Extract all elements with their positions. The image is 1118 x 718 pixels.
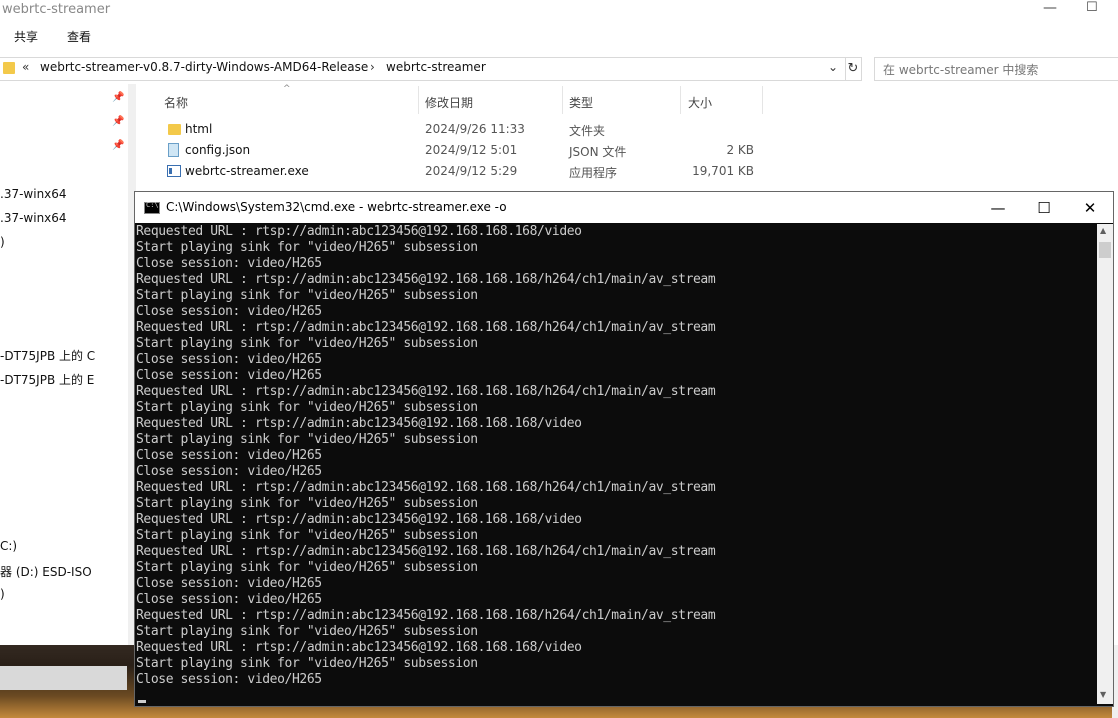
terminal-line: Close session: video/H265 xyxy=(136,352,322,367)
minimize-icon[interactable]: — xyxy=(1043,0,1057,16)
scrollbar-thumb[interactable] xyxy=(1099,242,1111,258)
minimize-icon[interactable]: — xyxy=(975,195,1021,221)
terminal-line: Close session: video/H265 xyxy=(136,256,322,271)
chevron-right-icon[interactable]: › xyxy=(370,60,375,74)
file-size: 2 KB xyxy=(726,143,754,157)
close-icon[interactable]: ✕ xyxy=(1067,195,1113,221)
terminal-line: Start playing sink for "video/H265" subs… xyxy=(136,560,478,575)
tab-view[interactable]: 查看 xyxy=(67,28,91,45)
terminal-line: Requested URL : rtsp://admin:abc123456@1… xyxy=(136,416,582,431)
terminal-output[interactable]: Requested URL : rtsp://admin:abc123456@1… xyxy=(136,224,1096,704)
scroll-down-icon[interactable]: ▼ xyxy=(1100,690,1106,699)
file-type: JSON 文件 xyxy=(569,145,627,159)
terminal-line: Close session: video/H265 xyxy=(136,576,322,591)
terminal-line: Requested URL : rtsp://admin:abc123456@1… xyxy=(136,384,716,399)
terminal-line: Start playing sink for "video/H265" subs… xyxy=(136,432,478,447)
search-input[interactable]: 在 webrtc-streamer 中搜索 xyxy=(874,57,1118,81)
file-row-html[interactable]: html 2024/9/26 11:33 文件夹 xyxy=(160,120,780,140)
pin-icon[interactable]: 📌 xyxy=(112,140,124,151)
terminal-line: Requested URL : rtsp://admin:abc123456@1… xyxy=(136,640,582,655)
file-size: 19,701 KB xyxy=(692,164,754,178)
column-divider[interactable] xyxy=(680,86,681,114)
file-name[interactable]: html xyxy=(185,122,212,136)
terminal-line: Requested URL : rtsp://admin:abc123456@1… xyxy=(136,544,716,559)
terminal-line: Requested URL : rtsp://admin:abc123456@1… xyxy=(136,480,716,495)
column-date[interactable]: 修改日期 xyxy=(425,94,473,111)
column-size[interactable]: 大小 xyxy=(688,94,712,111)
terminal-line: Close session: video/H265 xyxy=(136,304,322,319)
cmd-titlebar[interactable]: C:\ C:\Windows\System32\cmd.exe - webrtc… xyxy=(135,192,1113,223)
explorer-title: webrtc-streamer xyxy=(2,2,111,17)
terminal-line: Start playing sink for "video/H265" subs… xyxy=(136,496,478,511)
terminal-line: Start playing sink for "video/H265" subs… xyxy=(136,240,478,255)
terminal-line: Requested URL : rtsp://admin:abc123456@1… xyxy=(136,320,716,335)
terminal-line: Close session: video/H265 xyxy=(136,448,322,463)
column-name[interactable]: 名称 xyxy=(164,94,188,111)
terminal-line: Start playing sink for "video/H265" subs… xyxy=(136,656,478,671)
pin-icon[interactable]: 📌 xyxy=(112,116,124,127)
file-name[interactable]: webrtc-streamer.exe xyxy=(185,164,309,178)
nav-item[interactable]: C:) xyxy=(0,539,17,553)
terminal-line: Start playing sink for "video/H265" subs… xyxy=(136,624,478,639)
terminal-line: Start playing sink for "video/H265" subs… xyxy=(136,400,478,415)
terminal-line: Close session: video/H265 xyxy=(136,464,322,479)
search-placeholder: 在 webrtc-streamer 中搜索 xyxy=(883,63,1039,77)
file-type: 文件夹 xyxy=(569,124,606,138)
nav-item[interactable]: .37-winx64 xyxy=(0,211,67,225)
refresh-icon[interactable]: ↻ xyxy=(845,57,862,81)
folder-icon xyxy=(168,124,181,135)
column-divider[interactable] xyxy=(562,86,563,114)
nav-item[interactable]: -DT75JPB 上的 E xyxy=(0,371,94,388)
column-headers: 名称 修改日期 类型 大小 xyxy=(156,86,776,114)
terminal-line: Start playing sink for "video/H265" subs… xyxy=(136,336,478,351)
nav-item[interactable]: ) xyxy=(0,587,5,601)
file-type: 应用程序 xyxy=(569,166,618,180)
nav-item[interactable]: 器 (D:) ESD-ISO xyxy=(0,563,92,580)
maximize-icon[interactable]: ☐ xyxy=(1086,0,1098,15)
scroll-up-icon[interactable]: ▲ xyxy=(1100,226,1106,235)
nav-item-selected-bg xyxy=(0,666,127,690)
file-row-exe[interactable]: webrtc-streamer.exe 2024/9/12 5:29 应用程序 … xyxy=(160,162,780,182)
terminal-line: Requested URL : rtsp://admin:abc123456@1… xyxy=(136,512,582,527)
terminal-line: Start playing sink for "video/H265" subs… xyxy=(136,288,478,303)
nav-item[interactable]: -DT75JPB 上的 C xyxy=(0,347,95,364)
column-divider[interactable] xyxy=(762,86,763,114)
terminal-line: Requested URL : rtsp://admin:abc123456@1… xyxy=(136,608,716,623)
breadcrumb-webrtc-streamer[interactable]: webrtc-streamer xyxy=(386,60,486,74)
tab-share[interactable]: 共享 xyxy=(14,28,38,45)
terminal-line: Requested URL : rtsp://admin:abc123456@1… xyxy=(136,224,582,239)
terminal-line: Close session: video/H265 xyxy=(136,592,322,607)
terminal-line: Close session: video/H265 xyxy=(136,368,322,383)
chevron-down-icon[interactable]: ⌄ xyxy=(828,60,838,74)
explorer-titlebar[interactable]: webrtc-streamer — ☐ xyxy=(0,0,1118,22)
cmd-window: C:\ C:\Windows\System32\cmd.exe - webrtc… xyxy=(134,191,1114,707)
exe-file-icon xyxy=(167,165,181,177)
nav-item[interactable]: .37-winx64 xyxy=(0,187,67,201)
terminal-line: Requested URL : rtsp://admin:abc123456@1… xyxy=(136,272,716,287)
column-divider[interactable] xyxy=(418,86,419,114)
maximize-icon[interactable]: ☐ xyxy=(1021,195,1067,221)
file-date: 2024/9/12 5:29 xyxy=(425,164,518,178)
terminal-icon[interactable]: C:\ xyxy=(144,201,160,214)
terminal-line: Close session: video/H265 xyxy=(136,672,322,687)
text-cursor xyxy=(138,700,146,703)
navigation-pane: 📌 📌 📌 .37-winx64 .37-winx64 ) -DT75JPB 上… xyxy=(0,84,128,690)
pin-icon[interactable]: 📌 xyxy=(112,92,124,103)
terminal-line: Start playing sink for "video/H265" subs… xyxy=(136,528,478,543)
nav-item[interactable]: ) xyxy=(0,235,5,249)
file-date: 2024/9/26 11:33 xyxy=(425,122,525,136)
file-date: 2024/9/12 5:01 xyxy=(425,143,518,157)
json-file-icon xyxy=(168,143,179,157)
terminal-scrollbar[interactable]: ▲ ▼ xyxy=(1097,224,1113,704)
cmd-title: C:\Windows\System32\cmd.exe - webrtc-str… xyxy=(166,200,507,214)
file-row-config[interactable]: config.json 2024/9/12 5:01 JSON 文件 2 KB xyxy=(160,141,780,161)
terminal-icon-text: C:\ xyxy=(146,201,159,209)
breadcrumb-release[interactable]: webrtc-streamer-v0.8.7-dirty-Windows-AMD… xyxy=(40,60,368,74)
file-name[interactable]: config.json xyxy=(185,143,250,157)
ribbon-tabs: 共享 查看 xyxy=(0,28,1118,50)
address-bar[interactable]: « webrtc-streamer-v0.8.7-dirty-Windows-A… xyxy=(0,57,846,81)
column-type[interactable]: 类型 xyxy=(569,94,593,111)
folder-icon xyxy=(3,62,15,74)
chevron-left-icon[interactable]: « xyxy=(22,60,29,74)
